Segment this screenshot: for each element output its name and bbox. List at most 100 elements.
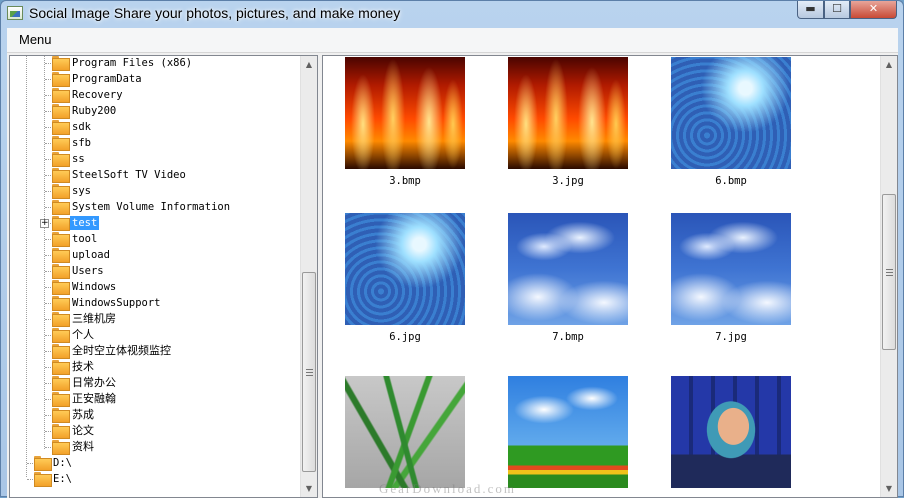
- title-bar[interactable]: Social Image Share your photos, pictures…: [1, 1, 903, 27]
- drive-label: E:\: [53, 473, 72, 485]
- drive-folder-icon: [34, 472, 52, 487]
- scrollbar-thumb[interactable]: [882, 194, 896, 350]
- tree-item[interactable]: sdk: [10, 119, 302, 135]
- thumbnail-scrollbar[interactable]: ▲ ▼: [880, 56, 897, 497]
- tree-item[interactable]: WindowsSupport: [10, 295, 302, 311]
- tree-item[interactable]: 技术: [10, 359, 302, 375]
- thumbnail-item[interactable]: 3.bmp: [345, 57, 465, 187]
- thumbnail-caption: 7.bmp: [552, 331, 584, 343]
- folder-icon: [52, 424, 70, 439]
- tree-item[interactable]: sys: [10, 183, 302, 199]
- tree-item[interactable]: System Volume Information: [10, 199, 302, 215]
- tree-item[interactable]: sfb: [10, 135, 302, 151]
- folder-icon: [52, 136, 70, 151]
- thumbnail-item[interactable]: 3.jpg: [508, 57, 628, 187]
- folder-icon: [52, 216, 70, 231]
- plant-image[interactable]: [345, 376, 465, 488]
- client-area: Menu Program Files (x86) ProgramData Recov…: [7, 28, 898, 498]
- tree-item[interactable]: + test: [10, 215, 302, 231]
- scrollbar-thumb[interactable]: [302, 272, 316, 472]
- thumbnail-item[interactable]: 6.jpg: [345, 213, 465, 343]
- tree-item[interactable]: tool: [10, 231, 302, 247]
- tree-item[interactable]: 资料: [10, 439, 302, 455]
- tree-item[interactable]: ProgramData: [10, 71, 302, 87]
- drive-item[interactable]: E:\: [10, 471, 302, 487]
- scroll-down-icon[interactable]: ▼: [881, 480, 897, 497]
- minimize-button[interactable]: ▬: [797, 1, 824, 19]
- folder-icon: [52, 152, 70, 167]
- thumbnail-caption: 6.jpg: [389, 331, 421, 343]
- tree-item[interactable]: 论文: [10, 423, 302, 439]
- tree-item[interactable]: Windows: [10, 279, 302, 295]
- close-button[interactable]: ✕: [850, 1, 897, 19]
- tree-item-label: SteelSoft TV Video: [72, 169, 186, 181]
- folder-icon: [52, 312, 70, 327]
- person-image[interactable]: [671, 376, 791, 488]
- tree-item[interactable]: Ruby200: [10, 103, 302, 119]
- tree-item-label: sdk: [72, 121, 91, 133]
- tree-item[interactable]: 正安融翰: [10, 391, 302, 407]
- tree-item[interactable]: 日常办公: [10, 375, 302, 391]
- folder-icon: [52, 344, 70, 359]
- scroll-up-icon[interactable]: ▲: [881, 56, 897, 73]
- folder-icon: [52, 168, 70, 183]
- tree-item[interactable]: Program Files (x86): [10, 56, 302, 71]
- tree-item-label: 日常办公: [72, 376, 116, 389]
- folder-icon: [52, 104, 70, 119]
- tree-item[interactable]: 个人: [10, 327, 302, 343]
- window-title: Social Image Share your photos, pictures…: [29, 5, 401, 21]
- tree-item-label: 资料: [72, 440, 94, 453]
- tree-item[interactable]: 苏成: [10, 407, 302, 423]
- thumbnail-caption: 3.bmp: [389, 175, 421, 187]
- tree-item[interactable]: 全时空立体视频监控: [10, 343, 302, 359]
- folder-icon: [52, 200, 70, 215]
- expand-icon[interactable]: +: [40, 219, 49, 228]
- tree-item-label: 技术: [72, 360, 94, 373]
- drive-folder-icon: [34, 456, 52, 471]
- grip-icon: [886, 269, 893, 276]
- tree-item-label: Windows: [72, 281, 117, 293]
- scroll-down-icon[interactable]: ▼: [301, 480, 317, 497]
- water-image[interactable]: [671, 57, 791, 169]
- folder-tree[interactable]: Program Files (x86) ProgramData Recovery Ru…: [9, 55, 318, 498]
- tree-item-label: upload: [72, 249, 110, 261]
- drive-item[interactable]: D:\: [10, 455, 302, 471]
- folder-icon: [52, 56, 70, 71]
- app-image-icon: [7, 6, 23, 20]
- maximize-button[interactable]: ☐: [824, 1, 850, 19]
- thumbnail-item[interactable]: 7.jpg: [671, 213, 791, 343]
- tree-item-label: System Volume Information: [72, 201, 231, 213]
- tree-item-label: test: [70, 216, 100, 230]
- tree-item-label: Recovery: [72, 89, 123, 101]
- tree-item-label: sys: [72, 185, 91, 197]
- water-image[interactable]: [345, 213, 465, 325]
- tree-item-label: 个人: [72, 328, 94, 341]
- thumbnail-item[interactable]: 6.bmp: [671, 57, 791, 187]
- folder-icon: [52, 360, 70, 375]
- thumbnail-item[interactable]: [508, 376, 628, 494]
- tree-item-label: WindowsSupport: [72, 297, 161, 309]
- sky-image[interactable]: [671, 213, 791, 325]
- folder-icon: [52, 88, 70, 103]
- tree-item[interactable]: Users: [10, 263, 302, 279]
- tree-item[interactable]: upload: [10, 247, 302, 263]
- fire-image[interactable]: [345, 57, 465, 169]
- thumbnail-item[interactable]: [345, 376, 465, 494]
- tree-item-label: Ruby200: [72, 105, 117, 117]
- sky-image[interactable]: [508, 213, 628, 325]
- thumbnail-item[interactable]: [671, 376, 791, 494]
- folder-icon: [52, 184, 70, 199]
- tree-item[interactable]: 三维机房: [10, 311, 302, 327]
- thumbnail-grid[interactable]: 3.bmp 3.jpg 6.bmp 6.jpg 7.bmp 7.jpg ▲ ▼: [322, 55, 898, 498]
- fire-image[interactable]: [508, 57, 628, 169]
- tree-scrollbar[interactable]: ▲ ▼: [300, 56, 317, 497]
- tree-item[interactable]: Recovery: [10, 87, 302, 103]
- menu-button[interactable]: Menu: [19, 32, 52, 47]
- tree-item[interactable]: SteelSoft TV Video: [10, 167, 302, 183]
- tree-item[interactable]: ss: [10, 151, 302, 167]
- thumbnail-caption: 3.jpg: [552, 175, 584, 187]
- field-image[interactable]: [508, 376, 628, 488]
- scroll-up-icon[interactable]: ▲: [301, 56, 317, 73]
- folder-icon: [52, 296, 70, 311]
- thumbnail-item[interactable]: 7.bmp: [508, 213, 628, 343]
